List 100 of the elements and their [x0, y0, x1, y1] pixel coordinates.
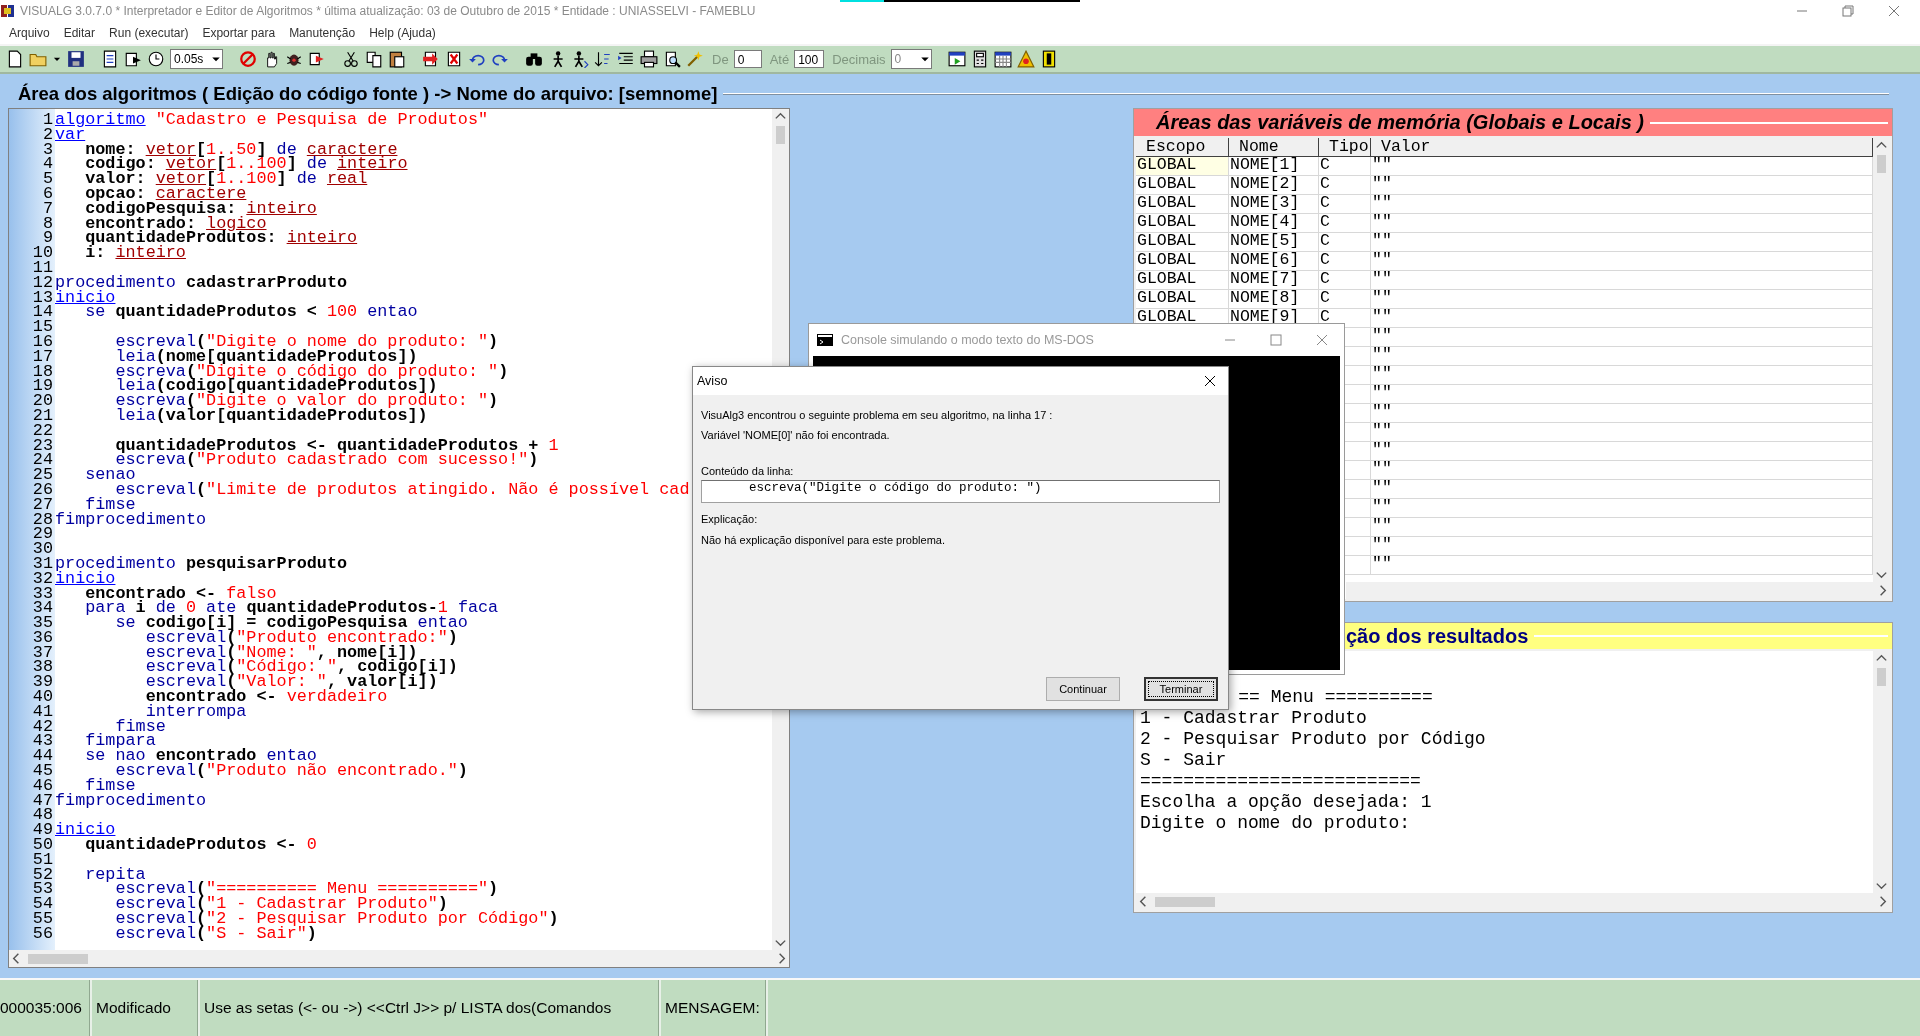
output-line: == Menu ========== — [1238, 687, 1433, 707]
line-number: 29 — [31, 524, 54, 540]
line-number: 4 — [41, 154, 54, 170]
line-number: 47 — [31, 790, 54, 806]
line-number: 21 — [31, 405, 54, 421]
output-line: ========================== — [1140, 771, 1421, 791]
line-content-label: Conteúdo da linha: — [701, 465, 795, 477]
code-line: fimprocedimento — [55, 509, 207, 525]
hint-text: Use as setas (<- ou ->) <<Ctrl J>> p/ LISTA dos(Comandos — [200, 980, 661, 1036]
line-number: 43 — [31, 731, 54, 747]
line-number: 12 — [31, 272, 54, 288]
line-number: 22 — [31, 420, 54, 436]
line-number: 7 — [41, 198, 54, 214]
code-line: algoritmo "Cadastro e Pesquisa de Produtos" — [55, 110, 489, 125]
table-cell: C — [1319, 176, 1371, 194]
code-line: escreval("========== Menu ==========") — [115, 879, 499, 895]
line-number: 51 — [31, 849, 54, 865]
table-cell: GLOBAL — [1136, 176, 1229, 194]
code-line: repita — [84, 864, 146, 880]
table-cell: GLOBAL — [1136, 214, 1229, 232]
line-number: 33 — [31, 583, 54, 599]
code-line: quantidadeProdutos <- 0 — [84, 835, 317, 850]
window-title: Console simulando o modo texto do MS-DOS — [841, 333, 1095, 347]
line-number: 6 — [41, 184, 54, 199]
output-line: 1 - Cadastrar Produto — [1140, 708, 1367, 728]
line-number: 8 — [41, 213, 54, 229]
to-label: Até — [769, 51, 790, 67]
line-number: 40 — [31, 687, 54, 702]
table-cell: GLOBAL — [1136, 252, 1229, 270]
code-line: fimprocedimento — [55, 790, 207, 806]
line-number: 15 — [31, 317, 54, 332]
line-number: 11 — [31, 257, 54, 273]
code-line: inicio — [55, 820, 116, 836]
line-number: 50 — [31, 835, 54, 850]
output-line: S - Sair — [1140, 750, 1227, 770]
code-line: se quantidadeProdutos < 100 entao — [84, 302, 418, 318]
line-number: 36 — [31, 627, 54, 643]
table-cell: C — [1319, 252, 1371, 270]
line-number: 46 — [31, 775, 54, 791]
line-number: 18 — [31, 361, 54, 377]
code-line: encontrado <- falso — [84, 583, 277, 599]
code-line: fimse — [85, 775, 136, 791]
line-number: 34 — [31, 598, 54, 614]
line-number: 23 — [31, 435, 54, 451]
message-label: MENSAGEM: — [661, 980, 768, 1036]
line-number: 13 — [31, 287, 54, 303]
code-line: procedimento pesquisarProduto — [55, 553, 348, 569]
table-cell: C — [1319, 195, 1371, 213]
code-line: procedimento cadastrarProduto — [55, 272, 348, 288]
from-label: De — [712, 51, 729, 67]
line-number: 30 — [31, 539, 54, 554]
line-number: 56 — [31, 923, 54, 939]
line-number: 41 — [31, 701, 54, 717]
line-number: 32 — [31, 568, 54, 584]
line-number: 38 — [31, 657, 54, 673]
line-number: 26 — [31, 479, 54, 495]
table-cell: NOME[7] — [1229, 271, 1319, 289]
line-number: 24 — [31, 450, 54, 466]
line-number: 37 — [31, 642, 54, 658]
line-number: 55 — [31, 909, 54, 924]
line-number: 20 — [31, 391, 54, 406]
editor-title: Área dos algoritmos ( Edição do código fonte ) -> Nome do arquivo: [semnome] — [17, 83, 718, 105]
line-number: 10 — [31, 243, 54, 258]
code-line: escreval("Produto não encontrado.") — [115, 761, 468, 776]
line-number: 49 — [31, 820, 54, 836]
line-number: 52 — [31, 864, 54, 880]
table-cell: NOME[5] — [1229, 233, 1319, 251]
line-number: 54 — [31, 894, 54, 910]
line-number: 35 — [31, 613, 54, 628]
line-number: 14 — [31, 302, 54, 318]
modified-status: Modificado — [92, 980, 200, 1036]
code-line: para i de 0 ate quantidadeProdutos-1 faca — [84, 598, 499, 614]
code-line: escreval("Digite o nome do produto: ") — [114, 331, 499, 347]
line-number: 5 — [41, 169, 54, 184]
table-cell: C — [1319, 233, 1371, 251]
table-cell: NOME[1] — [1229, 157, 1319, 175]
line-number: 17 — [31, 346, 54, 362]
code-line: senao — [84, 465, 136, 480]
dialog-title: Aviso — [697, 374, 729, 388]
table-cell: GLOBAL — [1136, 157, 1229, 175]
table-cell: NOME[4] — [1229, 214, 1319, 232]
cursor-position: 000035:006 — [0, 980, 92, 1036]
line-number: 9 — [42, 228, 54, 244]
line-number: 45 — [31, 761, 54, 776]
decimals-label: Decimais — [832, 51, 886, 67]
code-line: quantidadeProdutos <- quantidadeProdutos + 1 — [114, 435, 559, 451]
line-number: 2 — [41, 124, 54, 140]
line-number: 1 — [41, 110, 54, 125]
panel-title: Áreas das variáveis de memória (Globais e Locais ) — [1156, 111, 1644, 134]
code-line: nome: vetor[1..50] de caractere — [84, 139, 398, 155]
panel-title: ção dos resultados — [1346, 624, 1529, 648]
line-number: 19 — [31, 376, 54, 392]
table-cell: GLOBAL — [1136, 195, 1229, 213]
line-number: 27 — [31, 494, 54, 510]
output-line: Digite o nome do produto: — [1140, 813, 1411, 833]
explanation-text: Não há explicação disponível para este problema. — [701, 534, 946, 546]
line-number: 48 — [31, 805, 54, 821]
table-cell: C — [1319, 290, 1371, 308]
table-cell: GLOBAL — [1136, 290, 1229, 308]
line-number: 16 — [31, 331, 54, 347]
